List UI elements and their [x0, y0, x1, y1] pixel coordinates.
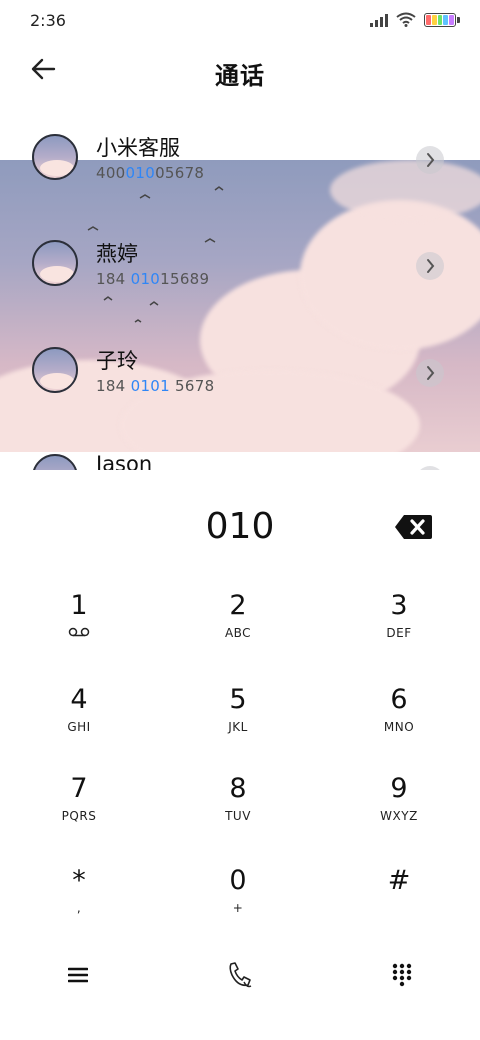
phone-call-icon [229, 962, 252, 988]
key-letters: PQRS [61, 809, 97, 823]
key-2[interactable]: 2 ABC [173, 590, 303, 670]
contact-row[interactable]: 燕婷 184 01015689 [0, 226, 480, 316]
call-button[interactable] [220, 958, 260, 992]
menu-icon [68, 967, 88, 983]
contact-detail-button[interactable] [416, 466, 444, 470]
battery-segment [437, 14, 443, 25]
contact-number: 184 0101 5678 [96, 377, 215, 395]
dialpad-icon [392, 963, 412, 987]
contact-detail-button[interactable] [416, 252, 444, 280]
page-title: 通话 [215, 62, 265, 90]
key-digit: * [72, 865, 86, 896]
chevron-right-icon [427, 366, 435, 380]
wifi-icon [396, 12, 416, 27]
dialpad-toggle-button[interactable] [382, 958, 422, 992]
keypad: 1 2 ABC 3 DEF 4 GHI 5 JKL 6 MNO 7 PQRS 8… [0, 590, 480, 930]
contact-list[interactable]: 小米客服 40001005678 燕婷 184 01015689 子玲 184 … [0, 120, 480, 470]
status-time: 2:36 [30, 11, 66, 30]
key-3[interactable]: 3 DEF [334, 590, 464, 670]
contact-detail-button[interactable] [416, 146, 444, 174]
voicemail-icon [14, 626, 144, 641]
key-6[interactable]: 6 MNO [334, 684, 464, 764]
battery-segment [431, 14, 437, 25]
dial-input-row: 010 [0, 496, 480, 560]
status-icons [370, 12, 460, 27]
battery-segment [443, 14, 449, 25]
contact-detail-button[interactable] [416, 359, 444, 387]
key-digit: 9 [390, 773, 408, 804]
key-4[interactable]: 4 GHI [14, 684, 144, 764]
key-letters: GHI [67, 720, 91, 734]
contact-row[interactable]: 子玲 184 0101 5678 [0, 333, 480, 423]
key-letters: ABC [224, 626, 252, 640]
avatar [32, 454, 78, 470]
contact-number: 184 01015689 [96, 270, 210, 288]
key-digit: # [387, 865, 411, 896]
key-digit: 2 [229, 590, 247, 621]
key-digit: 4 [70, 684, 88, 715]
key-letters: WXYZ [380, 809, 418, 823]
battery-icon [424, 12, 460, 27]
key-letters: + [232, 901, 244, 915]
key-digit: 5 [229, 684, 247, 715]
key-letters: MNO [383, 720, 415, 734]
contact-name: Jason [96, 452, 153, 470]
battery-segment [449, 14, 454, 25]
bottom-bar [0, 950, 480, 1000]
battery-segment [426, 14, 431, 25]
delete-button[interactable] [394, 513, 434, 541]
key-letters: TUV [225, 809, 251, 823]
chevron-right-icon [427, 259, 435, 273]
avatar [32, 347, 78, 393]
header: 通话 [0, 42, 480, 98]
signal-icon [370, 13, 388, 27]
avatar [32, 134, 78, 180]
key-1[interactable]: 1 [14, 590, 144, 670]
key-7[interactable]: 7 PQRS [14, 773, 144, 853]
key-0[interactable]: 0 + [173, 865, 303, 945]
key-digit: 8 [229, 773, 247, 804]
contact-name: 子玲 [96, 349, 138, 373]
contact-row[interactable]: 小米客服 40001005678 [0, 120, 480, 210]
status-bar: 2:36 [0, 0, 480, 42]
key-5[interactable]: 5 JKL [173, 684, 303, 764]
avatar [32, 240, 78, 286]
key-digit: 0 [229, 865, 247, 896]
contact-name: 小米客服 [96, 136, 180, 160]
key-8[interactable]: 8 TUV [173, 773, 303, 853]
key-letters: JKL [228, 720, 248, 734]
key-digit: 7 [70, 773, 88, 804]
key-digit: 3 [390, 590, 408, 621]
menu-button[interactable] [58, 958, 98, 992]
key-hash[interactable]: # [334, 865, 464, 945]
key-star[interactable]: * , [14, 865, 144, 945]
key-digit: 1 [70, 590, 88, 621]
key-digit: 6 [390, 684, 408, 715]
backspace-icon [395, 515, 432, 539]
key-letters: DEF [386, 626, 412, 640]
chevron-right-icon [427, 153, 435, 167]
contact-row[interactable]: Jason [0, 440, 480, 470]
key-letters: , [76, 901, 82, 915]
contact-number: 40001005678 [96, 164, 205, 182]
contact-name: 燕婷 [96, 242, 138, 266]
key-9[interactable]: 9 WXYZ [334, 773, 464, 853]
